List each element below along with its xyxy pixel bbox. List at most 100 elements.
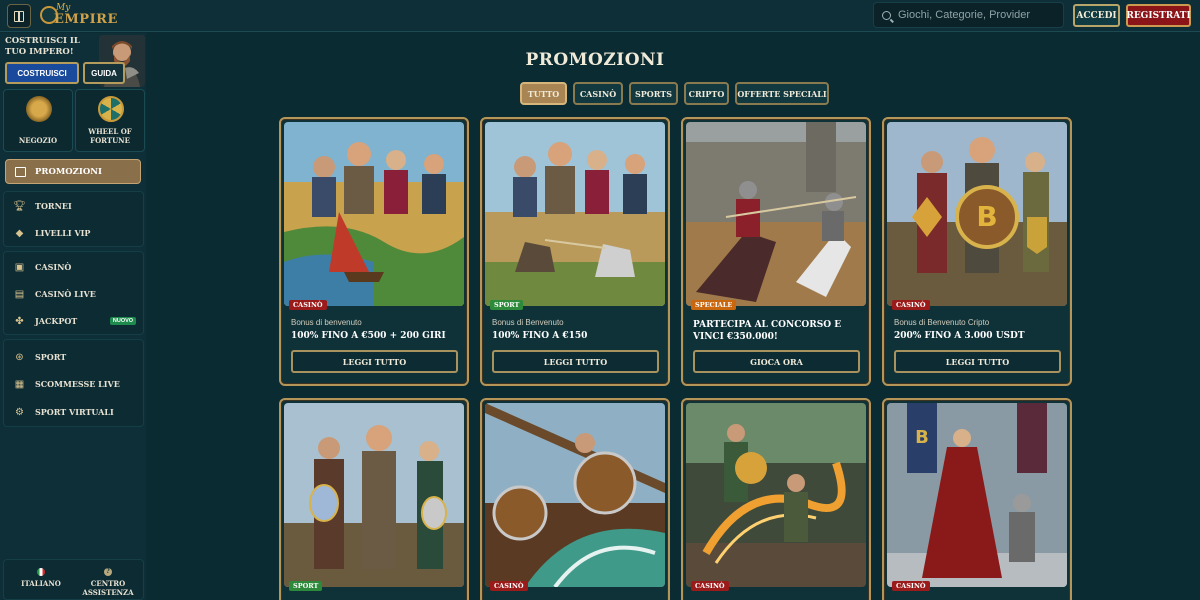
sidebar-item-label: SPORT VIRTUALI bbox=[35, 407, 114, 417]
sidebar-item-label: JACKPOT bbox=[35, 316, 78, 326]
wheel-icon bbox=[98, 96, 124, 122]
category-tag: SPORT bbox=[289, 581, 323, 591]
promo-card[interactable]: SPORT Bonus di Benvenuto 100% FINO A €15… bbox=[480, 117, 670, 386]
guide-button[interactable]: GUIDA bbox=[83, 62, 125, 84]
promo-headline: 100% FINO A €500 + 200 GIRI bbox=[291, 331, 446, 341]
promo-card[interactable]: B CASINÒ Bonus di Benvenuto Cripto 200% … bbox=[882, 117, 1072, 386]
tab-offerte-speciali[interactable]: OFFERTE SPECIALI bbox=[735, 82, 829, 105]
promo-subtitle: Bonus di Benvenuto Cripto bbox=[894, 318, 990, 327]
read-more-button[interactable]: LEGGI TUTTO bbox=[492, 350, 659, 373]
promo-image bbox=[686, 403, 866, 587]
help-label: CENTRO ASSISTENZA bbox=[82, 579, 134, 597]
sidebar-item-promozioni[interactable]: PROMOZIONI bbox=[5, 159, 141, 184]
language-selector[interactable]: ITALIANO bbox=[9, 568, 73, 588]
sidebar-item-casino-live[interactable]: ▤ CASINÒ LIVE bbox=[14, 286, 96, 302]
promo-card[interactable]: CASINÒ bbox=[480, 398, 670, 600]
new-badge: NUOVO bbox=[110, 317, 136, 325]
sidebar-item-tornei[interactable]: 🏆︎ TORNEI bbox=[13, 198, 72, 214]
sidebar-item-sport-virtuali[interactable]: ⚙︎ SPORT VIRTUALI bbox=[14, 404, 114, 420]
promo-headline: PARTECIPA AL CONCORSO E VINCI €350.000! bbox=[693, 320, 842, 342]
sidebar-item-jackpot[interactable]: ✤ JACKPOT bbox=[14, 313, 77, 329]
promo-image bbox=[485, 122, 665, 306]
sidebar-item-label: SCOMMESSE LIVE bbox=[35, 379, 120, 389]
sidebar-item-livelli-vip[interactable]: ◆ LIVELLI VIP bbox=[14, 225, 91, 241]
wheel-label: WHEEL OF FORTUNE bbox=[88, 127, 132, 145]
sidebar: COSTRUISCI IL TUO IMPERO! COSTRUISCI GUI… bbox=[0, 33, 146, 600]
sidebar-item-label: PROMOZIONI bbox=[35, 166, 103, 177]
promo-subtitle: Bonus di benvenuto bbox=[291, 318, 362, 327]
category-tag: CASINÒ bbox=[691, 581, 729, 591]
search-placeholder: Giochi, Categorie, Provider bbox=[898, 9, 1031, 21]
login-button[interactable]: ACCEDI bbox=[1073, 4, 1120, 27]
ball-icon: ⊛ bbox=[15, 351, 24, 363]
category-tag: CASINÒ bbox=[892, 581, 930, 591]
promo-tabs: TUTTO CASINÒ SPORTS CRIPTO OFFERTE SPECI… bbox=[520, 82, 829, 105]
tab-cripto[interactable]: CRIPTO bbox=[684, 82, 729, 105]
svg-text:B: B bbox=[915, 427, 929, 448]
slot-machine-icon: ▣ bbox=[14, 261, 25, 273]
page-title: PROMOZIONI bbox=[525, 50, 665, 70]
jackpot-icon: ✤ bbox=[15, 315, 24, 327]
trophy-icon: 🏆︎ bbox=[13, 200, 26, 212]
sidebar-group-casino: ▣ CASINÒ ▤ CASINÒ LIVE ✤ JACKPOT NUOVO bbox=[3, 251, 144, 335]
sidebar-toggle-button[interactable] bbox=[7, 4, 31, 28]
sidebar-item-label: LIVELLI VIP bbox=[35, 228, 91, 238]
search-icon bbox=[882, 10, 891, 20]
promo-card[interactable]: B CASINÒ bbox=[882, 398, 1072, 600]
read-more-button[interactable]: LEGGI TUTTO bbox=[894, 350, 1061, 373]
live-casino-icon: ▤ bbox=[14, 288, 25, 300]
sidebar-icon bbox=[14, 10, 24, 22]
category-tag: SPORT bbox=[490, 300, 524, 310]
search-input[interactable]: Giochi, Categorie, Provider bbox=[873, 2, 1064, 28]
promo-headline: 100% FINO A €150 bbox=[492, 331, 588, 341]
promo-image: B bbox=[887, 403, 1067, 587]
promo-image bbox=[686, 122, 866, 306]
help-center-link[interactable]: ? CENTRO ASSISTENZA bbox=[76, 568, 140, 597]
promo-headline: 200% FINO A 3.000 USDT bbox=[894, 331, 1025, 341]
sidebar-item-casino[interactable]: ▣ CASINÒ bbox=[14, 259, 72, 275]
wheel-of-fortune-tile[interactable]: WHEEL OF FORTUNE bbox=[75, 89, 145, 152]
language-label: ITALIANO bbox=[21, 579, 61, 588]
sidebar-item-label: CASINÒ bbox=[35, 262, 72, 272]
promo-image: B bbox=[887, 122, 1067, 306]
sidebar-group-tournaments: 🏆︎ TORNEI ◆ LIVELLI VIP bbox=[3, 191, 144, 247]
sidebar-item-sport[interactable]: ⊛ SPORT bbox=[14, 349, 66, 365]
read-more-button[interactable]: LEGGI TUTTO bbox=[291, 350, 458, 373]
sidebar-item-label: TORNEI bbox=[35, 201, 72, 211]
promo-subtitle: Bonus di Benvenuto bbox=[492, 318, 564, 327]
category-tag: CASINÒ bbox=[892, 300, 930, 310]
shop-tile[interactable]: NEGOZIO bbox=[3, 89, 73, 152]
sidebar-footer: ITALIANO ? CENTRO ASSISTENZA bbox=[3, 559, 144, 600]
category-tag: CASINÒ bbox=[490, 581, 528, 591]
svg-text:B: B bbox=[976, 200, 997, 233]
build-button[interactable]: COSTRUISCI bbox=[5, 62, 79, 84]
build-empire-text: COSTRUISCI IL TUO IMPERO! bbox=[5, 36, 80, 57]
sidebar-item-label: CASINÒ LIVE bbox=[35, 289, 96, 299]
play-now-button[interactable]: GIOCA ORA bbox=[693, 350, 860, 373]
category-tag: CASINÒ bbox=[289, 300, 327, 310]
promo-card[interactable]: CASINÒ Bonus di benvenuto 100% FINO A €5… bbox=[279, 117, 469, 386]
promo-image bbox=[284, 403, 464, 587]
italian-flag-icon bbox=[37, 568, 45, 576]
sidebar-group-sport: ⊛ SPORT ▦ SCOMMESSE LIVE ⚙︎ SPORT VIRTUA… bbox=[3, 339, 144, 427]
sidebar-item-label: SPORT bbox=[35, 352, 67, 362]
promo-image bbox=[284, 122, 464, 306]
virtual-sport-icon: ⚙︎ bbox=[15, 406, 24, 418]
live-bet-icon: ▦ bbox=[14, 378, 25, 390]
promo-card[interactable]: SPECIALE PARTECIPA AL CONCORSO E VINCI €… bbox=[681, 117, 871, 386]
logo-main-text: EMPIRE bbox=[54, 12, 118, 27]
top-bar: My EMPIRE Giochi, Categorie, Provider AC… bbox=[0, 0, 1200, 32]
tab-casino[interactable]: CASINÒ bbox=[573, 82, 623, 105]
register-button[interactable]: REGISTRATI bbox=[1126, 4, 1191, 27]
promo-card[interactable]: CASINÒ bbox=[681, 398, 871, 600]
tab-tutto[interactable]: TUTTO bbox=[520, 82, 567, 105]
help-icon: ? bbox=[104, 568, 112, 576]
promo-card[interactable]: SPORT bbox=[279, 398, 469, 600]
gift-icon bbox=[15, 166, 26, 177]
shop-label: NEGOZIO bbox=[18, 136, 58, 145]
tab-sports[interactable]: SPORTS bbox=[629, 82, 678, 105]
category-tag: SPECIALE bbox=[691, 300, 737, 310]
sidebar-item-scommesse-live[interactable]: ▦ SCOMMESSE LIVE bbox=[14, 376, 120, 392]
diamond-icon: ◆ bbox=[15, 227, 24, 239]
promo-image bbox=[485, 403, 665, 587]
